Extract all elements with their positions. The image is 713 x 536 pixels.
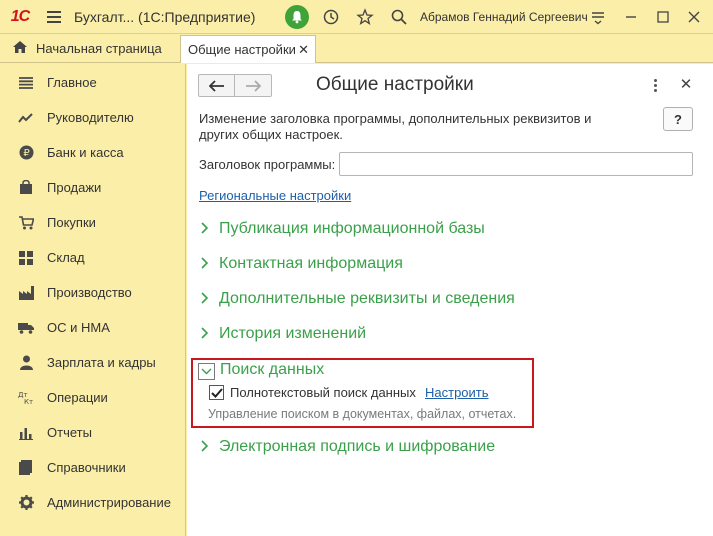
fulltext-search-label[interactable]: Полнотекстовый поиск данных <box>230 385 416 400</box>
logo-1c[interactable]: 1С <box>0 0 40 34</box>
title-bar: 1С Бухгалт... (1С:Предприятие) Абрамов Г… <box>0 0 713 34</box>
close-icon[interactable] <box>682 5 706 29</box>
sidebar-item-fixed-assets[interactable]: ОС и НМА <box>0 310 186 345</box>
dt-kt-icon: Дт Кт <box>18 390 34 406</box>
sidebar-item-admin[interactable]: Администрирование <box>0 485 186 520</box>
svg-text:₽: ₽ <box>23 148 30 159</box>
factory-icon <box>18 285 34 301</box>
trend-icon <box>18 110 34 126</box>
star-icon[interactable] <box>355 7 375 27</box>
sidebar-item-main[interactable]: Главное <box>0 65 186 100</box>
nav-buttons <box>198 74 272 97</box>
program-title-input[interactable] <box>339 152 693 176</box>
bag-icon <box>18 180 34 196</box>
tab-home[interactable]: Начальная страница <box>0 34 176 62</box>
form-panel: Общие настройки ✕ Изменение заголовка пр… <box>187 64 713 536</box>
section-data-search[interactable]: Поиск данных <box>220 361 324 379</box>
tab-home-label: Начальная страница <box>36 40 162 56</box>
section-publication[interactable]: Публикация информационной базы <box>201 220 485 238</box>
user-name[interactable]: Абрамов Геннадий Сергеевич <box>420 10 588 24</box>
search-icon[interactable] <box>389 7 409 27</box>
sidebar-item-production[interactable]: Производство <box>0 275 186 310</box>
help-button[interactable]: ? <box>663 107 693 131</box>
setup-link[interactable]: Настроить <box>425 385 489 400</box>
chevron-right-icon <box>201 326 215 342</box>
form-description: Изменение заголовка программы, дополните… <box>199 111 592 142</box>
regional-settings-link[interactable]: Региональные настройки <box>199 188 351 203</box>
sidebar-item-bank[interactable]: ₽ Банк и касса <box>0 135 186 170</box>
tab-general-settings[interactable]: Общие настройки ✕ <box>180 35 316 63</box>
chevron-down-icon[interactable] <box>198 363 215 380</box>
fulltext-search-checkbox[interactable] <box>209 385 224 400</box>
grid-icon <box>18 250 34 266</box>
section-digital-signature[interactable]: Электронная подпись и шифрование <box>201 438 495 456</box>
coin-icon: ₽ <box>18 145 34 161</box>
back-arrow-icon[interactable] <box>199 75 235 96</box>
app-title: Бухгалт... (1С:Предприятие) <box>74 8 256 25</box>
tab-bar: Начальная страница Общие настройки ✕ <box>0 34 713 63</box>
sidebar-item-warehouse[interactable]: Склад <box>0 240 186 275</box>
gear-icon <box>18 495 34 511</box>
sidebar-item-references[interactable]: Справочники <box>0 450 186 485</box>
svg-text:Кт: Кт <box>24 398 33 405</box>
history-icon[interactable] <box>321 7 341 27</box>
sidebar-item-manager[interactable]: Руководителю <box>0 100 186 135</box>
section-additional-attributes[interactable]: Дополнительные реквизиты и сведения <box>201 290 515 308</box>
chevron-right-icon <box>201 221 215 237</box>
close-form-icon[interactable]: ✕ <box>677 73 695 95</box>
section-contact-info[interactable]: Контактная информация <box>201 255 403 273</box>
more-options-icon[interactable] <box>647 76 663 94</box>
chevron-right-icon <box>201 256 215 272</box>
chevron-right-icon <box>201 439 215 455</box>
menu-list-icon <box>18 75 34 91</box>
home-icon <box>12 40 28 57</box>
bar-chart-icon <box>18 425 34 441</box>
minimize-icon[interactable] <box>619 5 643 29</box>
program-title-label: Заголовок программы: <box>199 157 336 172</box>
sidebar-item-reports[interactable]: Отчеты <box>0 415 186 450</box>
hamburger-icon[interactable] <box>40 0 68 34</box>
sidebar: Главное Руководителю ₽ Банк и касса Прод… <box>0 64 186 536</box>
tab-active-label: Общие настройки <box>188 42 296 57</box>
settings-icon[interactable] <box>586 5 610 29</box>
page-title: Общие настройки <box>316 74 474 95</box>
cart-icon <box>18 215 34 231</box>
search-hint: Управление поиском в документах, файлах,… <box>208 407 517 421</box>
book-icon <box>18 460 34 476</box>
person-icon <box>18 355 34 371</box>
chevron-right-icon <box>201 291 215 307</box>
sidebar-item-sales[interactable]: Продажи <box>0 170 186 205</box>
tab-close-icon[interactable]: ✕ <box>298 42 309 58</box>
section-change-history[interactable]: История изменений <box>201 325 366 343</box>
bell-icon[interactable] <box>285 5 309 29</box>
forward-arrow-icon[interactable] <box>235 75 271 96</box>
maximize-icon[interactable] <box>651 5 675 29</box>
sidebar-item-operations[interactable]: Дт Кт Операции <box>0 380 186 415</box>
truck-icon <box>18 320 34 336</box>
sidebar-item-salary[interactable]: Зарплата и кадры <box>0 345 186 380</box>
sidebar-item-purchases[interactable]: Покупки <box>0 205 186 240</box>
